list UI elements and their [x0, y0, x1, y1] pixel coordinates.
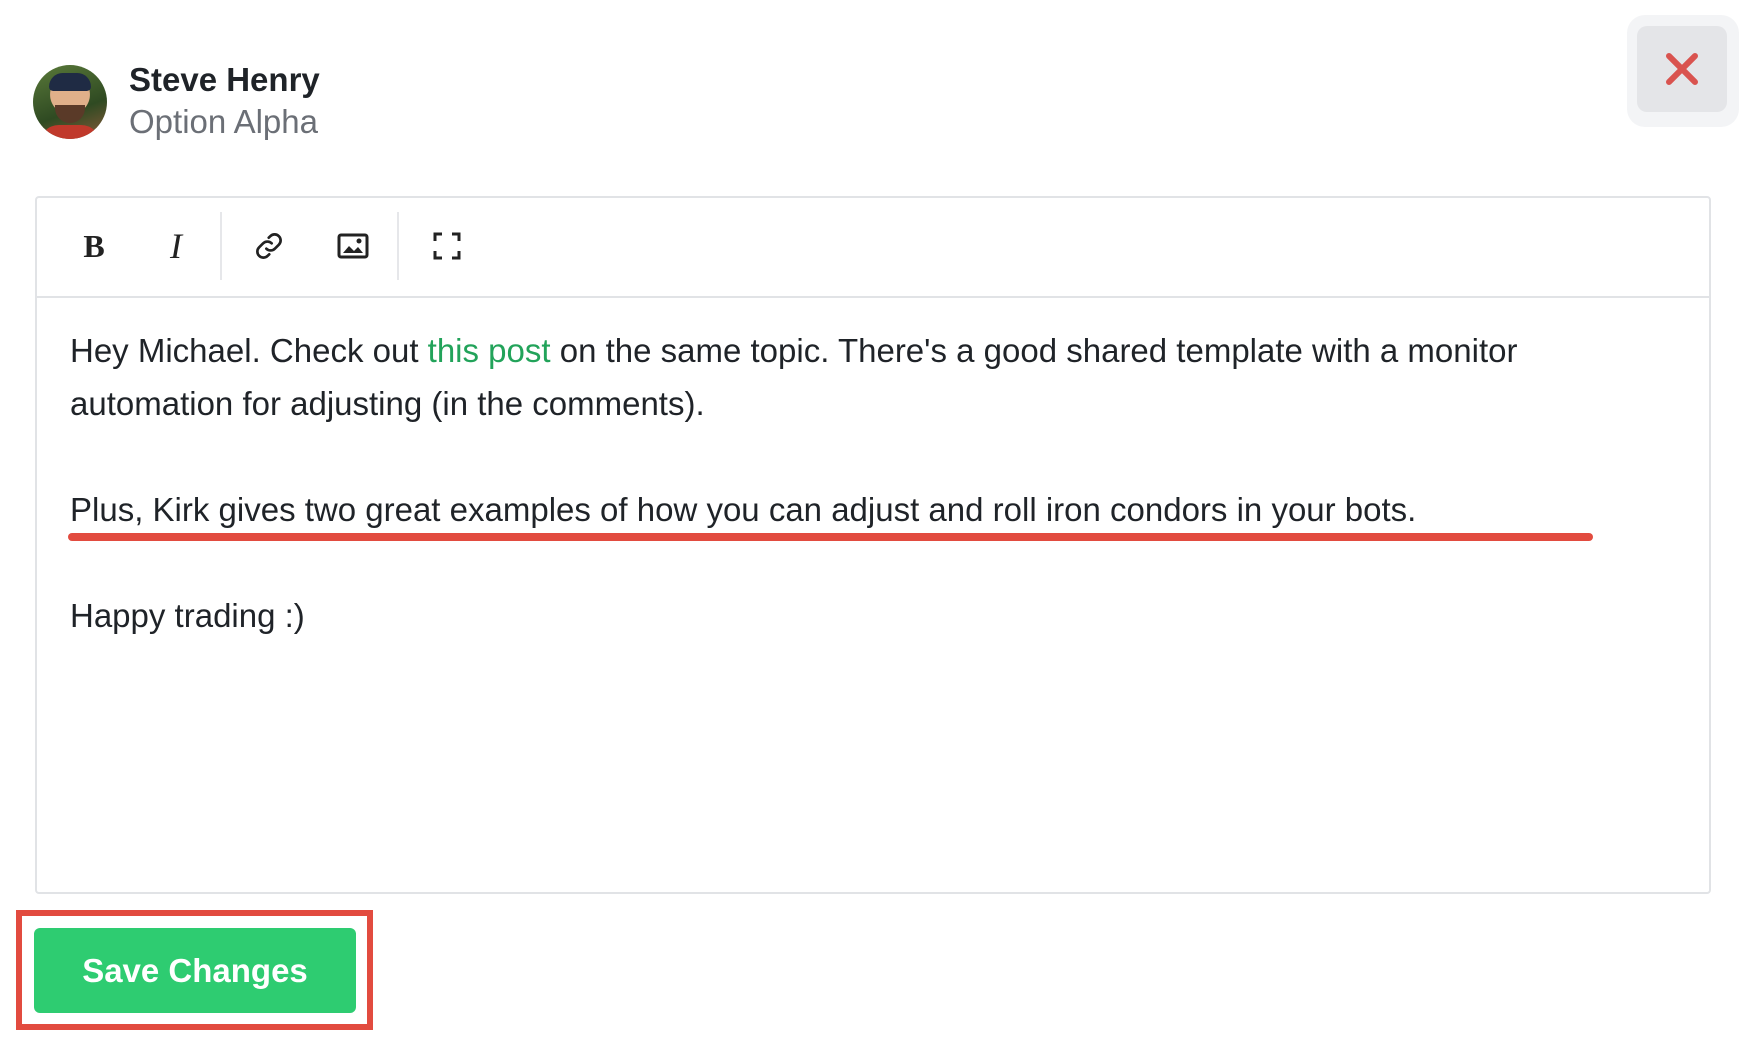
- toolbar-divider: [220, 212, 222, 280]
- avatar[interactable]: [33, 65, 107, 139]
- italic-icon: I: [170, 226, 182, 266]
- comment-editor: B I Hey Michael. Check out this post on …: [35, 196, 1711, 894]
- editor-toolbar: B I: [37, 198, 1709, 298]
- image-icon: [337, 233, 369, 259]
- user-name[interactable]: Steve Henry: [129, 60, 320, 100]
- paragraph-2: Plus, Kirk gives two great examples of h…: [70, 491, 1417, 528]
- link-icon: [256, 233, 282, 259]
- link-button[interactable]: [245, 222, 293, 270]
- annotation-underline: [68, 533, 1593, 541]
- user-organization: Option Alpha: [129, 103, 318, 140]
- paragraph-1-text-start: Hey Michael. Check out: [70, 332, 428, 369]
- fullscreen-icon: [433, 232, 461, 260]
- toolbar-divider: [397, 212, 399, 280]
- post-author-header: Steve Henry Option Alpha: [33, 60, 320, 144]
- avatar-beard: [55, 105, 85, 123]
- close-button[interactable]: [1637, 26, 1727, 112]
- save-changes-button[interactable]: Save Changes: [34, 928, 356, 1013]
- user-meta: Steve Henry Option Alpha: [129, 60, 320, 144]
- post-link[interactable]: this post: [428, 332, 551, 369]
- italic-button[interactable]: I: [152, 222, 200, 270]
- paragraph-3: Happy trading :): [70, 597, 305, 634]
- bold-button[interactable]: B: [70, 222, 118, 270]
- fullscreen-button[interactable]: [423, 222, 471, 270]
- close-icon: [1666, 53, 1698, 85]
- close-button-container: [1627, 15, 1739, 127]
- image-button[interactable]: [329, 222, 377, 270]
- avatar-cap: [49, 73, 91, 91]
- bold-icon: B: [83, 227, 105, 264]
- paragraph-1: Hey Michael. Check out this post on the …: [70, 324, 1630, 430]
- editor-content[interactable]: Hey Michael. Check out this post on the …: [70, 324, 1630, 642]
- avatar-shirt: [39, 125, 101, 139]
